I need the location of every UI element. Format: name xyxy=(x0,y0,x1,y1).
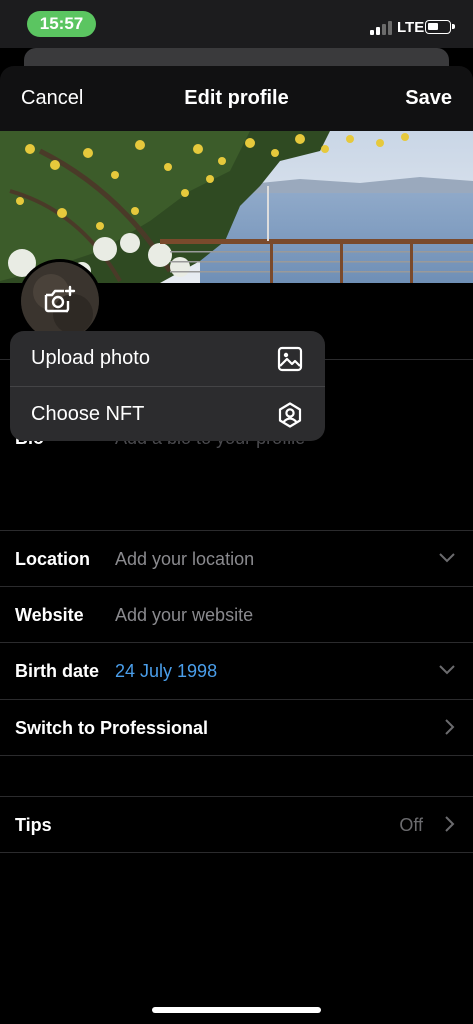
location-row[interactable]: Location Add your location xyxy=(0,531,473,587)
switch-professional-label: Switch to Professional xyxy=(15,718,209,738)
status-bar: 15:57 LTE xyxy=(0,0,473,48)
image-icon xyxy=(277,346,303,372)
birth-date-label: Birth date xyxy=(15,661,100,681)
location-label: Location xyxy=(15,549,90,569)
nav-bar: Cancel Edit profile Save xyxy=(0,66,473,131)
chevron-down-icon xyxy=(439,665,455,675)
cancel-button[interactable]: Cancel xyxy=(21,87,83,110)
location-input[interactable]: Add your location xyxy=(115,549,254,570)
switch-professional-row[interactable]: Switch to Professional xyxy=(0,700,473,756)
upload-photo-option[interactable]: Upload photo xyxy=(10,331,325,386)
birth-date-row[interactable]: Birth date 24 July 1998 xyxy=(0,643,473,700)
tips-value: Off xyxy=(399,815,423,835)
home-indicator xyxy=(152,1007,321,1013)
signal-icon xyxy=(370,21,392,35)
chevron-right-icon xyxy=(445,719,455,735)
chevron-down-icon xyxy=(439,553,455,563)
birth-date-value[interactable]: 24 July 1998 xyxy=(115,661,217,682)
chevron-right-icon xyxy=(445,816,455,832)
status-time: 15:57 xyxy=(27,11,96,37)
battery-icon xyxy=(425,20,455,34)
choose-nft-label: Choose NFT xyxy=(31,403,145,425)
choose-nft-option[interactable]: Choose NFT xyxy=(10,387,325,441)
website-label: Website xyxy=(15,605,84,625)
website-input[interactable]: Add your website xyxy=(115,605,253,626)
tips-row[interactable]: Tips Off xyxy=(0,796,473,853)
website-row[interactable]: Website Add your website xyxy=(0,587,473,643)
hexagon-avatar-icon xyxy=(278,402,302,428)
network-type: LTE xyxy=(397,19,425,36)
edit-profile-sheet: Cancel Edit profile Save Location Add yo… xyxy=(0,66,473,1024)
photo-options-menu: Upload photo Choose NFT xyxy=(10,331,325,441)
save-button[interactable]: Save xyxy=(405,87,452,110)
upload-photo-label: Upload photo xyxy=(31,347,150,369)
tips-label: Tips xyxy=(15,815,52,835)
